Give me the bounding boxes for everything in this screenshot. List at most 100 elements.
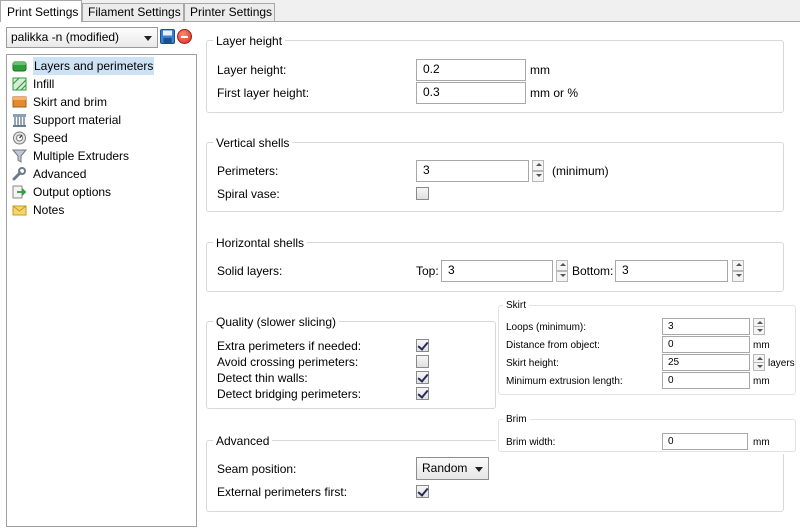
external-perimeters-first-checkbox[interactable]	[416, 485, 429, 498]
tree-item-speed[interactable]: Speed	[12, 129, 192, 147]
tree-item-label: Layers and perimeters	[33, 57, 155, 75]
spinner-down-icon[interactable]	[753, 362, 765, 371]
bottom-layers-label: Bottom:	[572, 264, 614, 278]
horizontal-shells-group-title: Horizontal shells	[213, 236, 308, 250]
perimeters-unit: (minimum)	[552, 164, 609, 178]
tree-item-notes[interactable]: Notes	[12, 201, 192, 219]
spinner-down-icon[interactable]	[732, 271, 744, 282]
tab-filament-settings[interactable]: Filament Settings	[82, 3, 184, 22]
tree-item-label: Notes	[33, 203, 65, 217]
extra-perimeters-label: Extra perimeters if needed:	[217, 339, 362, 353]
tree-item-label: Support material	[33, 113, 122, 127]
top-layers-label: Top:	[416, 264, 439, 278]
skirt-min-extrusion-label: Minimum extrusion length:	[506, 376, 623, 387]
skirt-brim-icon	[12, 96, 27, 108]
infill-icon	[12, 77, 27, 91]
solid-layers-label: Solid layers:	[217, 264, 283, 278]
tree-item-skirt-and-brim[interactable]: Skirt and brim	[12, 93, 192, 111]
seam-position-value: Random	[422, 461, 468, 475]
skirt-min-extrusion-input[interactable]: 0	[662, 372, 750, 389]
detect-thin-walls-checkbox[interactable]	[416, 371, 429, 384]
detect-thin-walls-label: Detect thin walls:	[217, 371, 308, 385]
detect-bridging-label: Detect bridging perimeters:	[217, 387, 362, 401]
top-layers-spinner[interactable]	[556, 260, 568, 282]
layer-height-input[interactable]: 0.2	[416, 59, 526, 81]
brim-width-label: Brim width:	[506, 437, 556, 448]
brim-width-input[interactable]: 0	[662, 433, 748, 450]
skirt-loops-input[interactable]: 3	[662, 318, 750, 335]
external-perimeters-first-label: External perimeters first:	[217, 485, 348, 499]
spinner-down-icon[interactable]	[753, 326, 765, 335]
funnel-icon	[12, 149, 27, 163]
seam-position-dropdown[interactable]: Random	[416, 457, 489, 480]
advanced-group-title: Advanced	[213, 434, 273, 448]
skirt-height-unit: layers	[768, 358, 795, 369]
spinner-up-icon[interactable]	[556, 260, 568, 271]
avoid-crossing-checkbox[interactable]	[416, 355, 429, 368]
tab-bar: Print Settings Filament Settings Printer…	[0, 0, 800, 22]
spinner-down-icon[interactable]	[532, 171, 544, 182]
tab-print-settings[interactable]: Print Settings	[0, 0, 82, 22]
bottom-layers-input[interactable]: 3	[615, 260, 728, 282]
spinner-down-icon[interactable]	[556, 271, 568, 282]
avoid-crossing-label: Avoid crossing perimeters:	[217, 355, 359, 369]
layer-height-group-title: Layer height	[213, 34, 286, 48]
skirt-min-extrusion-unit: mm	[753, 376, 770, 387]
tree-item-label: Speed	[33, 131, 68, 145]
skirt-distance-unit: mm	[753, 340, 770, 351]
detect-bridging-checkbox[interactable]	[416, 387, 429, 400]
notes-icon	[12, 205, 27, 216]
wrench-icon	[12, 167, 26, 181]
skirt-height-spinner[interactable]	[753, 354, 765, 371]
preset-dropdown[interactable]: palikka -n (modified)	[6, 27, 158, 48]
bottom-layers-spinner[interactable]	[732, 260, 744, 282]
chevron-down-icon	[144, 36, 152, 41]
perimeters-label: Perimeters:	[217, 164, 279, 178]
first-layer-height-label: First layer height:	[217, 86, 310, 100]
tree-item-advanced[interactable]: Advanced	[12, 165, 192, 183]
tree-item-output-options[interactable]: Output options	[12, 183, 192, 201]
quality-group-title: Quality (slower slicing)	[213, 315, 340, 329]
delete-preset-icon[interactable]	[177, 29, 192, 44]
tree-item-label: Multiple Extruders	[33, 149, 130, 163]
layers-icon	[12, 61, 27, 72]
spiral-vase-label: Spiral vase:	[217, 187, 280, 201]
save-icon[interactable]	[160, 29, 175, 44]
skirt-height-input[interactable]: 25	[662, 354, 750, 371]
spinner-up-icon[interactable]	[732, 260, 744, 271]
tree-item-infill[interactable]: Infill	[12, 75, 192, 93]
tree-item-label: Infill	[33, 77, 55, 91]
layer-height-unit: mm	[530, 63, 550, 77]
chevron-down-icon	[475, 467, 483, 472]
perimeters-input[interactable]: 3	[416, 160, 529, 182]
first-layer-height-unit: mm or %	[530, 86, 578, 100]
tree-item-layers-and-perimeters[interactable]: Layers and perimeters	[12, 57, 192, 75]
top-layers-input[interactable]: 3	[441, 260, 553, 282]
seam-position-label: Seam position:	[217, 462, 297, 476]
skirt-distance-input[interactable]: 0	[662, 336, 750, 353]
skirt-loops-label: Loops (minimum):	[506, 322, 587, 333]
tree-item-multiple-extruders[interactable]: Multiple Extruders	[12, 147, 192, 165]
tree-item-label: Output options	[33, 185, 112, 199]
skirt-group-title: Skirt	[503, 299, 529, 313]
speed-icon	[13, 131, 26, 145]
section-tree: Layers and perimeters Infill Skirt and b…	[6, 54, 197, 527]
vertical-shells-group-title: Vertical shells	[213, 136, 293, 150]
spiral-vase-checkbox[interactable]	[416, 187, 429, 200]
extra-perimeters-checkbox[interactable]	[416, 339, 429, 352]
spinner-up-icon[interactable]	[532, 160, 544, 171]
first-layer-height-input[interactable]: 0.3	[416, 82, 526, 104]
tab-printer-settings[interactable]: Printer Settings	[184, 3, 275, 22]
brim-group-title: Brim	[503, 413, 530, 427]
skirt-loops-spinner[interactable]	[753, 318, 765, 335]
support-material-icon	[13, 114, 26, 127]
skirt-height-label: Skirt height:	[506, 358, 559, 369]
tree-item-support-material[interactable]: Support material	[12, 111, 192, 129]
perimeters-spinner[interactable]	[532, 160, 544, 182]
tree-item-label: Advanced	[33, 167, 87, 181]
layer-height-label: Layer height:	[217, 63, 287, 77]
brim-width-unit: mm	[753, 437, 770, 448]
skirt-distance-label: Distance from object:	[506, 340, 600, 351]
output-arrow-icon	[12, 185, 27, 199]
preset-value: palikka -n (modified)	[11, 30, 120, 44]
